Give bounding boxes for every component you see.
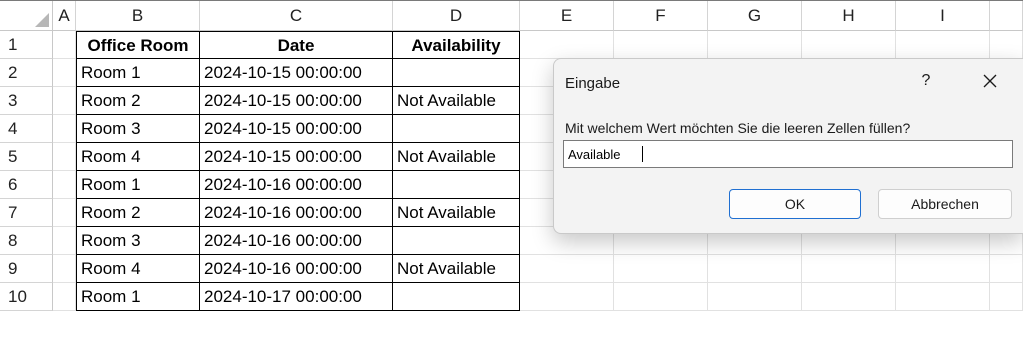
cell[interactable] xyxy=(53,87,76,115)
row-header-7[interactable]: 7 xyxy=(0,199,53,227)
column-header-g[interactable]: G xyxy=(708,1,802,31)
column-header-c[interactable]: C xyxy=(200,1,393,31)
table-cell[interactable]: Room 1 xyxy=(76,59,200,87)
cell[interactable] xyxy=(614,255,708,283)
table-header-cell[interactable]: Availability xyxy=(393,31,520,59)
row-header-10[interactable]: 10 xyxy=(0,283,53,311)
column-header-i[interactable]: I xyxy=(896,1,990,31)
table-cell[interactable]: 2024-10-17 00:00:00 xyxy=(200,283,393,311)
cell[interactable] xyxy=(53,255,76,283)
table-cell[interactable]: 2024-10-15 00:00:00 xyxy=(200,115,393,143)
table-cell[interactable]: 2024-10-15 00:00:00 xyxy=(200,59,393,87)
column-header-h[interactable]: H xyxy=(802,1,896,31)
table-cell[interactable]: Room 4 xyxy=(76,255,200,283)
cell[interactable] xyxy=(614,283,708,311)
cell[interactable] xyxy=(614,31,708,59)
column-header-d[interactable]: D xyxy=(393,1,520,31)
table-cell[interactable]: Room 2 xyxy=(76,199,200,227)
table-cell[interactable]: 2024-10-16 00:00:00 xyxy=(200,255,393,283)
row-header-5[interactable]: 5 xyxy=(0,143,53,171)
row-header-3[interactable]: 3 xyxy=(0,87,53,115)
table-cell[interactable] xyxy=(393,171,520,199)
close-button[interactable] xyxy=(970,65,1010,97)
cell[interactable] xyxy=(708,283,802,311)
table-cell[interactable] xyxy=(393,227,520,255)
cell[interactable] xyxy=(990,255,1023,283)
input-dialog: Eingabe ? Mit welchem Wert möchten Sie d… xyxy=(553,58,1023,234)
cell[interactable] xyxy=(896,31,990,59)
dialog-title: Eingabe xyxy=(565,75,621,92)
column-header-e[interactable]: E xyxy=(520,1,614,31)
select-all-icon xyxy=(35,13,49,27)
help-button[interactable]: ? xyxy=(906,65,946,97)
table-cell[interactable]: Room 3 xyxy=(76,115,200,143)
table-cell[interactable]: Room 2 xyxy=(76,87,200,115)
column-header-b[interactable]: B xyxy=(76,1,200,31)
table-cell[interactable]: 2024-10-16 00:00:00 xyxy=(200,199,393,227)
cell[interactable] xyxy=(896,255,990,283)
cell[interactable] xyxy=(802,31,896,59)
cell[interactable] xyxy=(802,255,896,283)
dialog-prompt: Mit welchem Wert möchten Sie die leeren … xyxy=(565,120,911,136)
table-cell[interactable]: 2024-10-16 00:00:00 xyxy=(200,171,393,199)
cell[interactable] xyxy=(53,171,76,199)
table-header-cell[interactable]: Date xyxy=(200,31,393,59)
table-cell[interactable]: Room 1 xyxy=(76,283,200,311)
cell[interactable] xyxy=(708,255,802,283)
table-cell[interactable] xyxy=(393,283,520,311)
table-cell[interactable]: 2024-10-15 00:00:00 xyxy=(200,143,393,171)
cell[interactable] xyxy=(520,255,614,283)
text-caret xyxy=(642,146,643,162)
column-header-a[interactable]: A xyxy=(53,1,76,31)
cell[interactable] xyxy=(53,115,76,143)
row-header-8[interactable]: 8 xyxy=(0,227,53,255)
cell[interactable] xyxy=(53,283,76,311)
cell[interactable] xyxy=(53,227,76,255)
row-header-2[interactable]: 2 xyxy=(0,59,53,87)
table-cell[interactable]: 2024-10-15 00:00:00 xyxy=(200,87,393,115)
table-cell[interactable]: Not Available xyxy=(393,255,520,283)
column-header-f[interactable]: F xyxy=(614,1,708,31)
cell[interactable] xyxy=(520,31,614,59)
table-cell[interactable]: Not Available xyxy=(393,199,520,227)
table-cell[interactable]: Not Available xyxy=(393,87,520,115)
table-cell[interactable]: 2024-10-16 00:00:00 xyxy=(200,227,393,255)
cell[interactable] xyxy=(990,31,1023,59)
cell[interactable] xyxy=(53,59,76,87)
row-header-6[interactable]: 6 xyxy=(0,171,53,199)
cell[interactable] xyxy=(802,283,896,311)
cell[interactable] xyxy=(53,143,76,171)
table-cell[interactable]: Room 1 xyxy=(76,171,200,199)
table-cell[interactable] xyxy=(393,115,520,143)
table-cell[interactable] xyxy=(393,59,520,87)
select-all-corner[interactable] xyxy=(0,1,53,31)
row-header-1[interactable]: 1 xyxy=(0,31,53,59)
row-header-4[interactable]: 4 xyxy=(0,115,53,143)
column-header-extra[interactable] xyxy=(990,1,1023,31)
table-cell[interactable]: Room 4 xyxy=(76,143,200,171)
cancel-button[interactable]: Abbrechen xyxy=(878,189,1012,219)
cell[interactable] xyxy=(53,31,76,59)
table-cell[interactable]: Not Available xyxy=(393,143,520,171)
ok-button[interactable]: OK xyxy=(729,189,861,219)
row-header-9[interactable]: 9 xyxy=(0,255,53,283)
cell[interactable] xyxy=(990,283,1023,311)
table-cell[interactable]: Room 3 xyxy=(76,227,200,255)
cell[interactable] xyxy=(53,199,76,227)
close-icon xyxy=(983,74,997,88)
value-input[interactable] xyxy=(563,140,1013,168)
cell[interactable] xyxy=(520,283,614,311)
cell[interactable] xyxy=(708,31,802,59)
table-header-cell[interactable]: Office Room xyxy=(76,31,200,59)
cell[interactable] xyxy=(896,283,990,311)
